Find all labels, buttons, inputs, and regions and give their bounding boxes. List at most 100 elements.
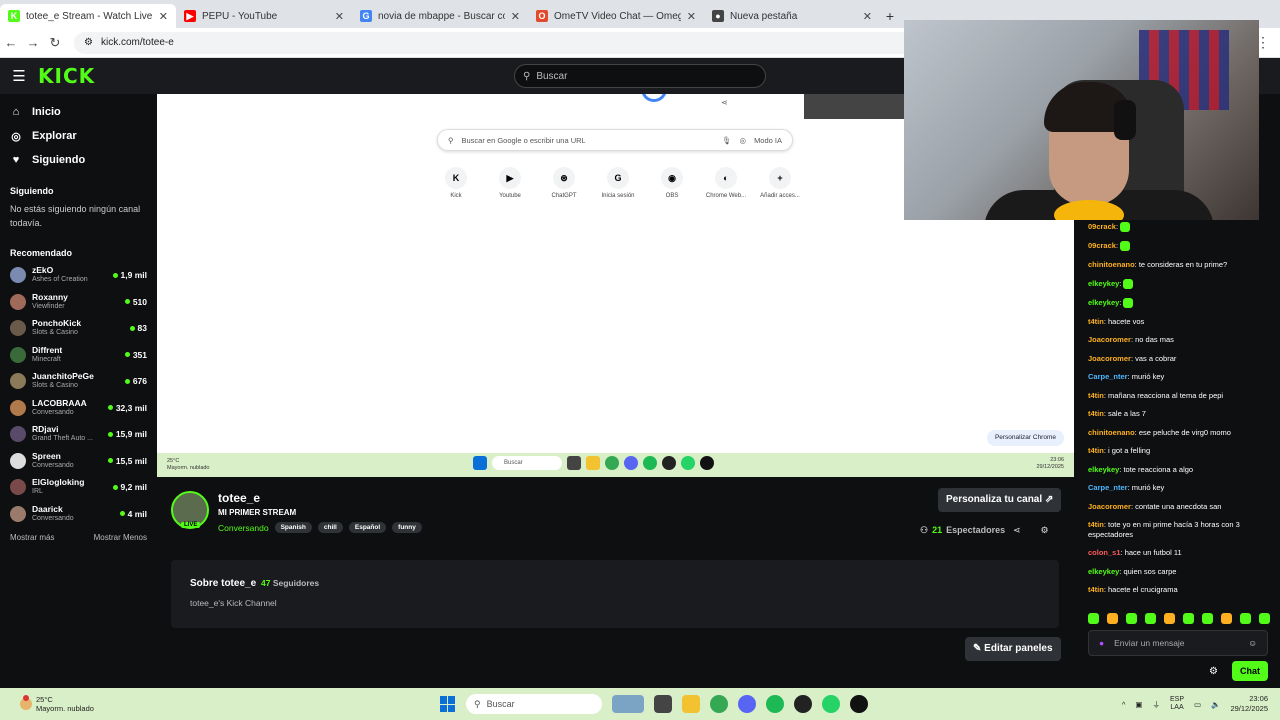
recommended-channel[interactable]: Daarick Conversando 4 mil — [10, 501, 147, 528]
browser-tab[interactable]: ▶ PEPU - YouTube ✕ — [176, 4, 352, 28]
forward-icon[interactable]: → — [22, 35, 44, 50]
file-explorer-icon[interactable] — [654, 695, 672, 713]
recommended-channel[interactable]: LACOBRAAA Conversando 32,3 mil — [10, 395, 147, 422]
share-stream-icon[interactable]: ⋖ — [1013, 525, 1021, 536]
edit-panels-button[interactable]: ✎ Editar paneles — [965, 637, 1061, 661]
volume-icon[interactable]: 🔈 — [1211, 700, 1220, 709]
chat-username[interactable]: Carpe_nter — [1088, 483, 1128, 492]
recommended-channel[interactable]: Roxanny Viewfinder 510 — [10, 289, 147, 316]
chat-username[interactable]: t4tin — [1088, 446, 1104, 455]
spotify-icon[interactable] — [766, 695, 784, 713]
tray-app-icon[interactable]: ▣ — [1135, 700, 1142, 709]
chat-username[interactable]: colon_s1 — [1088, 548, 1121, 557]
search-input[interactable]: ⚲ Buscar — [514, 64, 766, 88]
recommended-channel[interactable]: JuanchitoPeGe Slots & Casino 676 — [10, 368, 147, 395]
show-more-button[interactable]: Mostrar más — [10, 533, 54, 542]
weather-widget[interactable]: 25°C Mayorm. nublado — [20, 695, 94, 713]
tab-label: OmeTV Video Chat — Omegle — [554, 10, 681, 22]
browser-tab[interactable]: O OmeTV Video Chat — Omegle ✕ — [528, 4, 704, 28]
chat-username[interactable]: elkeykey — [1088, 279, 1119, 288]
url-input[interactable]: ⚙ kick.com/totee-e — [74, 31, 934, 54]
chat-username[interactable]: Carpe_nter — [1088, 372, 1128, 381]
chat-username[interactable]: t4tin — [1088, 520, 1104, 529]
tiktok-icon[interactable] — [850, 695, 868, 713]
language-indicator[interactable]: ESP LAA — [1170, 696, 1184, 712]
tab-close-icon[interactable]: ✕ — [687, 10, 696, 23]
emote-icon[interactable] — [1240, 613, 1251, 624]
emote-icon[interactable] — [1126, 613, 1137, 624]
emote-icon[interactable] — [1164, 613, 1175, 624]
tab-close-icon[interactable]: ✕ — [159, 10, 168, 23]
chat-username[interactable]: Joacoromer — [1088, 502, 1131, 511]
stream-tag[interactable]: chill — [317, 522, 343, 533]
obs-icon[interactable] — [794, 695, 812, 713]
chat-username[interactable]: chinitoenano — [1088, 260, 1135, 269]
sidebar-item-siguiendo[interactable]: ♥ Siguiendo — [10, 148, 147, 172]
chat-username[interactable]: 09crack — [1088, 222, 1116, 231]
show-less-button[interactable]: Mostrar Menos — [94, 533, 147, 542]
user-settings-icon[interactable]: ⚙ — [1041, 525, 1049, 536]
emote-icon[interactable] — [1183, 613, 1194, 624]
chat-username[interactable]: Joacoromer — [1088, 354, 1131, 363]
emote-icon[interactable] — [1259, 613, 1270, 624]
emote-icon[interactable] — [1145, 613, 1156, 624]
chat-username[interactable]: elkeykey — [1088, 298, 1119, 307]
stream-tag[interactable]: Spanish — [274, 522, 312, 533]
tray-usb-icon[interactable]: ⏚ — [1153, 699, 1161, 710]
recommended-channel[interactable]: ElGlogloking IRL 9,2 mil — [10, 474, 147, 501]
chat-input[interactable]: ● Enviar un mensaje ☺ — [1088, 630, 1268, 656]
browser-tab[interactable]: Gnovia de mbappe - Buscar con ✕ — [352, 4, 528, 28]
chat-send-button[interactable]: Chat — [1232, 661, 1268, 681]
back-icon[interactable]: ← — [0, 35, 22, 50]
site-info-icon[interactable]: ⚙ — [84, 37, 93, 48]
windows-start-icon[interactable] — [440, 696, 456, 712]
clock[interactable]: 23:06 29/12/2025 — [1230, 694, 1268, 714]
chat-username[interactable]: elkeykey — [1088, 465, 1119, 474]
chat-mic-icon[interactable]: ● — [1099, 638, 1104, 648]
customize-channel-button[interactable]: Personaliza tu canal ⇗ — [938, 488, 1062, 512]
recommended-channel[interactable]: Diffrent Minecraft 351 — [10, 342, 147, 369]
tab-close-icon[interactable]: ✕ — [511, 10, 520, 23]
emoji-icon[interactable]: ☺ — [1248, 638, 1257, 648]
browser-tab[interactable]: ● Nueva pestaña ✕ — [704, 4, 880, 28]
shortcut-icon: ▶ — [499, 167, 521, 189]
network-icon[interactable]: ▭ — [1194, 700, 1201, 709]
recommended-channel[interactable]: Spreen Conversando 15,5 mil — [10, 448, 147, 475]
chrome-icon[interactable] — [710, 695, 728, 713]
emote-icon[interactable] — [1221, 613, 1232, 624]
folder-icon[interactable] — [682, 695, 700, 713]
chat-username[interactable]: Joacoromer — [1088, 335, 1131, 344]
chat-username[interactable]: t4tin — [1088, 409, 1104, 418]
stream-category[interactable]: Conversando — [218, 523, 269, 533]
discord-icon[interactable] — [738, 695, 756, 713]
chat-username[interactable]: t4tin — [1088, 317, 1104, 326]
reload-icon[interactable]: ↻ — [44, 35, 66, 51]
chat-username[interactable]: elkeykey — [1088, 567, 1119, 576]
recommended-channel[interactable]: zEkO Ashes of Creation 1,9 mil — [10, 262, 147, 289]
chat-settings-icon[interactable]: ⚙ — [1209, 666, 1218, 677]
emote-icon[interactable] — [1202, 613, 1213, 624]
taskbar-search[interactable]: ⚲ Buscar — [466, 694, 602, 714]
streamer-name[interactable]: totee_e — [218, 491, 260, 505]
tab-close-icon[interactable]: ✕ — [863, 10, 872, 23]
landscape-icon[interactable] — [612, 695, 644, 713]
sidebar-item-explorar[interactable]: ◎ Explorar — [10, 124, 147, 148]
chat-username[interactable]: 09crack — [1088, 241, 1116, 250]
chat-username[interactable]: t4tin — [1088, 585, 1104, 594]
stream-tag[interactable]: Español — [348, 522, 387, 533]
emote-icon[interactable] — [1088, 613, 1099, 624]
recommended-channel[interactable]: PonchoKick Slots & Casino 83 — [10, 315, 147, 342]
browser-tab[interactable]: Ktotee_e Stream - Watch Live on ✕ — [0, 4, 176, 28]
kick-logo[interactable]: KICK — [38, 64, 95, 88]
hamburger-menu-icon[interactable]: ☰ — [0, 67, 38, 85]
whatsapp-icon[interactable] — [822, 695, 840, 713]
sidebar-item-inicio[interactable]: ⌂ Inicio — [10, 100, 147, 124]
chat-username[interactable]: chinitoenano — [1088, 428, 1135, 437]
emote-icon[interactable] — [1107, 613, 1118, 624]
stream-tag[interactable]: funny — [392, 522, 422, 533]
recommended-channel[interactable]: RDjavi Grand Theft Auto ... 15,9 mil — [10, 421, 147, 448]
tab-close-icon[interactable]: ✕ — [335, 10, 344, 23]
chat-username[interactable]: t4tin — [1088, 391, 1104, 400]
new-tab-icon[interactable]: + — [880, 4, 900, 28]
tray-chevron-icon[interactable]: ^ — [1122, 700, 1126, 709]
